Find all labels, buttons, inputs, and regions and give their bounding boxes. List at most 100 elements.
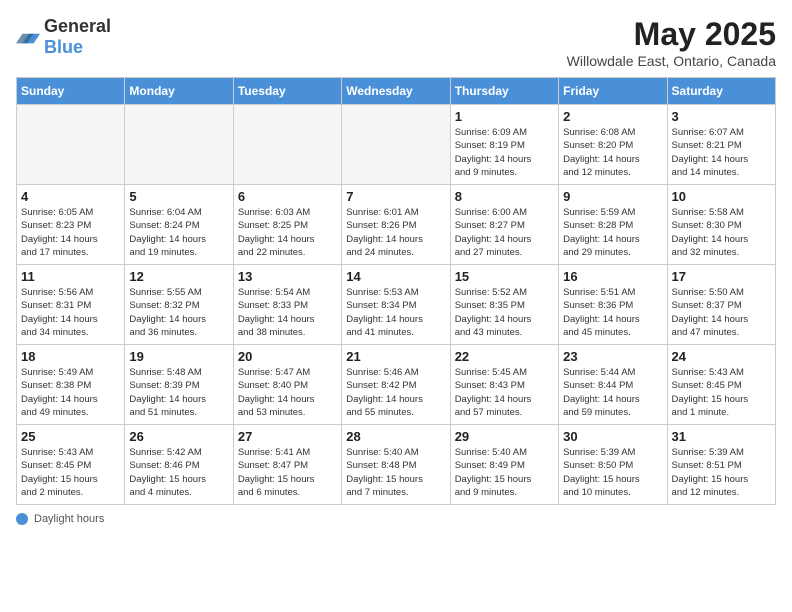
day-number: 30 xyxy=(563,429,662,444)
day-info: Sunrise: 6:01 AM Sunset: 8:26 PM Dayligh… xyxy=(346,206,445,259)
day-info: Sunrise: 5:41 AM Sunset: 8:47 PM Dayligh… xyxy=(238,446,337,499)
day-info: Sunrise: 5:48 AM Sunset: 8:39 PM Dayligh… xyxy=(129,366,228,419)
day-info: Sunrise: 5:53 AM Sunset: 8:34 PM Dayligh… xyxy=(346,286,445,339)
table-row: 26 Sunrise: 5:42 AM Sunset: 8:46 PM Dayli… xyxy=(125,425,233,505)
table-row: 5 Sunrise: 6:04 AM Sunset: 8:24 PM Daylig… xyxy=(125,185,233,265)
table-row: 19 Sunrise: 5:48 AM Sunset: 8:39 PM Dayli… xyxy=(125,345,233,425)
table-row: 29 Sunrise: 5:40 AM Sunset: 8:49 PM Dayli… xyxy=(450,425,558,505)
day-info: Sunrise: 5:49 AM Sunset: 8:38 PM Dayligh… xyxy=(21,366,120,419)
calendar-table: Sunday Monday Tuesday Wednesday Thursday… xyxy=(16,77,776,505)
day-info: Sunrise: 6:07 AM Sunset: 8:21 PM Dayligh… xyxy=(672,126,771,179)
calendar-week-row: 25Sunrise: 5:43 AM Sunset: 8:45 PM Dayli… xyxy=(17,425,776,505)
table-row: 30Sunrise: 5:39 AM Sunset: 8:50 PM Dayli… xyxy=(559,425,667,505)
logo: General Blue xyxy=(16,16,111,58)
day-number: 6 xyxy=(238,189,337,204)
table-row: 9Sunrise: 5:59 AM Sunset: 8:28 PM Daylig… xyxy=(559,185,667,265)
day-info: Sunrise: 5:42 AM Sunset: 8:46 PM Dayligh… xyxy=(129,446,228,499)
table-row xyxy=(17,105,125,185)
day-number: 31 xyxy=(672,429,771,444)
day-info: Sunrise: 6:04 AM Sunset: 8:24 PM Dayligh… xyxy=(129,206,228,259)
day-number: 3 xyxy=(672,109,771,124)
table-row: 4Sunrise: 6:05 AM Sunset: 8:23 PM Daylig… xyxy=(17,185,125,265)
day-number: 12 xyxy=(129,269,228,284)
header-thursday: Thursday xyxy=(450,78,558,105)
day-number: 15 xyxy=(455,269,554,284)
header-tuesday: Tuesday xyxy=(233,78,341,105)
title-block: May 2025 Willowdale East, Ontario, Canad… xyxy=(567,16,776,69)
location-title: Willowdale East, Ontario, Canada xyxy=(567,53,776,69)
day-number: 13 xyxy=(238,269,337,284)
day-info: Sunrise: 5:47 AM Sunset: 8:40 PM Dayligh… xyxy=(238,366,337,419)
table-row xyxy=(233,105,341,185)
table-row: 16 Sunrise: 5:51 AM Sunset: 8:36 PM Dayli… xyxy=(559,265,667,345)
table-row: 17 Sunrise: 5:50 AM Sunset: 8:37 PM Dayli… xyxy=(667,265,775,345)
day-number: 17 xyxy=(672,269,771,284)
day-info: Sunrise: 5:43 AM Sunset: 8:45 PM Dayligh… xyxy=(672,366,771,419)
header-saturday: Saturday xyxy=(667,78,775,105)
day-number: 11 xyxy=(21,269,120,284)
calendar-week-row: 11 Sunrise: 5:56 AM Sunset: 8:31 PM Dayli… xyxy=(17,265,776,345)
day-number: 19 xyxy=(129,349,228,364)
table-row: 24Sunrise: 5:43 AM Sunset: 8:45 PM Dayli… xyxy=(667,345,775,425)
table-row: 3 Sunrise: 6:07 AM Sunset: 8:21 PM Daylig… xyxy=(667,105,775,185)
table-row: 12 Sunrise: 5:55 AM Sunset: 8:32 PM Dayli… xyxy=(125,265,233,345)
calendar-week-row: 4Sunrise: 6:05 AM Sunset: 8:23 PM Daylig… xyxy=(17,185,776,265)
day-info: Sunrise: 5:39 AM Sunset: 8:51 PM Dayligh… xyxy=(672,446,771,499)
day-number: 10 xyxy=(672,189,771,204)
logo-text: General Blue xyxy=(44,16,111,58)
table-row: 10 Sunrise: 5:58 AM Sunset: 8:30 PM Dayli… xyxy=(667,185,775,265)
day-info: Sunrise: 5:44 AM Sunset: 8:44 PM Dayligh… xyxy=(563,366,662,419)
day-number: 5 xyxy=(129,189,228,204)
table-row: 6 Sunrise: 6:03 AM Sunset: 8:25 PM Daylig… xyxy=(233,185,341,265)
day-number: 14 xyxy=(346,269,445,284)
table-row: 8 Sunrise: 6:00 AM Sunset: 8:27 PM Daylig… xyxy=(450,185,558,265)
table-row: 28 Sunrise: 5:40 AM Sunset: 8:48 PM Dayli… xyxy=(342,425,450,505)
day-number: 25 xyxy=(21,429,120,444)
day-info: Sunrise: 5:45 AM Sunset: 8:43 PM Dayligh… xyxy=(455,366,554,419)
table-row: 2 Sunrise: 6:08 AM Sunset: 8:20 PM Daylig… xyxy=(559,105,667,185)
table-row xyxy=(342,105,450,185)
table-row: 7 Sunrise: 6:01 AM Sunset: 8:26 PM Daylig… xyxy=(342,185,450,265)
table-row xyxy=(125,105,233,185)
calendar-week-row: 18 Sunrise: 5:49 AM Sunset: 8:38 PM Dayli… xyxy=(17,345,776,425)
day-number: 28 xyxy=(346,429,445,444)
day-number: 27 xyxy=(238,429,337,444)
day-info: Sunrise: 5:40 AM Sunset: 8:48 PM Dayligh… xyxy=(346,446,445,499)
day-number: 7 xyxy=(346,189,445,204)
day-info: Sunrise: 5:55 AM Sunset: 8:32 PM Dayligh… xyxy=(129,286,228,339)
day-info: Sunrise: 6:03 AM Sunset: 8:25 PM Dayligh… xyxy=(238,206,337,259)
table-row: 11 Sunrise: 5:56 AM Sunset: 8:31 PM Dayli… xyxy=(17,265,125,345)
table-row: 25Sunrise: 5:43 AM Sunset: 8:45 PM Dayli… xyxy=(17,425,125,505)
table-row: 15Sunrise: 5:52 AM Sunset: 8:35 PM Dayli… xyxy=(450,265,558,345)
logo-general: General xyxy=(44,16,111,36)
footer-dot-icon xyxy=(16,513,28,525)
day-number: 18 xyxy=(21,349,120,364)
table-row: 23Sunrise: 5:44 AM Sunset: 8:44 PM Dayli… xyxy=(559,345,667,425)
day-number: 16 xyxy=(563,269,662,284)
day-number: 4 xyxy=(21,189,120,204)
day-info: Sunrise: 5:51 AM Sunset: 8:36 PM Dayligh… xyxy=(563,286,662,339)
day-number: 8 xyxy=(455,189,554,204)
day-info: Sunrise: 5:56 AM Sunset: 8:31 PM Dayligh… xyxy=(21,286,120,339)
day-info: Sunrise: 5:58 AM Sunset: 8:30 PM Dayligh… xyxy=(672,206,771,259)
day-info: Sunrise: 5:40 AM Sunset: 8:49 PM Dayligh… xyxy=(455,446,554,499)
day-number: 2 xyxy=(563,109,662,124)
day-info: Sunrise: 6:08 AM Sunset: 8:20 PM Dayligh… xyxy=(563,126,662,179)
table-row: 1Sunrise: 6:09 AM Sunset: 8:19 PM Daylig… xyxy=(450,105,558,185)
day-info: Sunrise: 5:46 AM Sunset: 8:42 PM Dayligh… xyxy=(346,366,445,419)
calendar-week-row: 1Sunrise: 6:09 AM Sunset: 8:19 PM Daylig… xyxy=(17,105,776,185)
logo-blue: Blue xyxy=(44,37,83,57)
day-info: Sunrise: 6:00 AM Sunset: 8:27 PM Dayligh… xyxy=(455,206,554,259)
day-number: 26 xyxy=(129,429,228,444)
day-number: 21 xyxy=(346,349,445,364)
table-row: 14 Sunrise: 5:53 AM Sunset: 8:34 PM Dayli… xyxy=(342,265,450,345)
header-sunday: Sunday xyxy=(17,78,125,105)
footer-label: Daylight hours xyxy=(34,513,104,525)
table-row: 31 Sunrise: 5:39 AM Sunset: 8:51 PM Dayli… xyxy=(667,425,775,505)
day-info: Sunrise: 5:50 AM Sunset: 8:37 PM Dayligh… xyxy=(672,286,771,339)
day-info: Sunrise: 5:59 AM Sunset: 8:28 PM Dayligh… xyxy=(563,206,662,259)
day-info: Sunrise: 6:09 AM Sunset: 8:19 PM Dayligh… xyxy=(455,126,554,179)
page-header: General Blue May 2025 Willowdale East, O… xyxy=(16,16,776,69)
day-number: 29 xyxy=(455,429,554,444)
logo-icon xyxy=(16,27,40,47)
